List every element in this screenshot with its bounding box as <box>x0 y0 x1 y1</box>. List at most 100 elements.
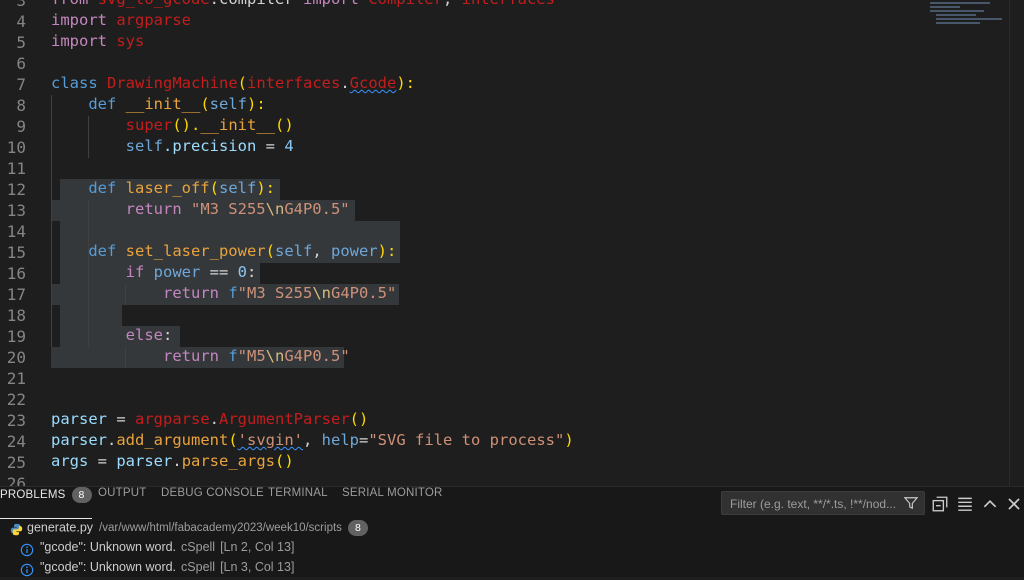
line-number-gutter: 3 4 5 6 7 8 9 10 11 12 13 14 15 16 17 18 19 20 21 22 23 24 25 2… <box>0 0 40 486</box>
code-token: . <box>340 74 350 92</box>
code-line[interactable]: return f"M3 S255\nG4P0.5" <box>51 284 396 305</box>
code-token: ) <box>564 431 574 449</box>
code-line[interactable]: parser = argparse.ArgumentParser() <box>51 410 368 431</box>
code-line[interactable]: def __init__(self): <box>51 95 265 116</box>
code-editor[interactable]: 3 4 5 6 7 8 9 10 11 12 13 14 15 16 17 18 19 20 21 22 23 24 25 2… <box>0 0 1024 486</box>
code-token: ArgumentParser <box>219 410 350 428</box>
problem-file-row[interactable]: generate.py/var/www/html/fabacademy2023/… <box>0 520 1024 540</box>
code-token: "M5 <box>237 347 266 365</box>
problem-message: "gcode": Unknown word. <box>40 560 177 574</box>
code-token: import <box>303 0 368 8</box>
vertical-scrollbar[interactable] <box>1009 0 1024 486</box>
code-line[interactable]: args = parser.parse_args() <box>51 452 294 473</box>
filter-input[interactable] <box>728 495 904 513</box>
code-token: \n <box>312 284 331 302</box>
selection-range <box>60 305 122 326</box>
code-token: else <box>125 326 163 344</box>
code-token: () <box>274 116 294 134</box>
collapse-all-icon[interactable] <box>931 495 949 513</box>
line-number: 16 <box>6 264 26 283</box>
code-token: , <box>312 242 331 260</box>
tab-terminal[interactable]: TERMINAL <box>268 487 328 519</box>
code-token: 'svgin' <box>237 431 303 449</box>
tab-output[interactable]: OUTPUT <box>98 487 146 519</box>
code-token: (). <box>172 116 201 134</box>
file-path: /var/www/html/fabacademy2023/week10/scri… <box>99 522 342 535</box>
file-problem-count-badge: 8 <box>347 520 368 536</box>
code-token: argparse <box>135 410 210 428</box>
line-number: 12 <box>6 180 26 199</box>
problem-item[interactable]: "gcode": Unknown word. cSpell [Ln 2, Col 1… <box>0 540 1024 560</box>
line-number: 22 <box>6 390 26 409</box>
line-number: 7 <box>16 75 26 94</box>
code-token: G4P0.5" <box>330 284 397 302</box>
code-token: ): <box>396 74 416 92</box>
problem-message: "gcode": Unknown word. <box>40 540 177 554</box>
problems-count-badge: 8 <box>71 487 92 503</box>
code-line[interactable]: def laser_off(self): <box>51 179 275 200</box>
code-token: set_laser_power <box>125 242 266 260</box>
tab-label: OUTPUT <box>98 487 147 499</box>
code-line[interactable]: self.precision = 4 <box>51 137 294 158</box>
code-line[interactable]: def set_laser_power(self, power): <box>51 242 396 263</box>
problem-item[interactable]: "gcode": Unknown word. cSpell [Ln 3, Col 1… <box>0 560 1024 580</box>
problems-filter[interactable] <box>721 491 925 515</box>
code-line[interactable]: import sys <box>51 32 144 53</box>
code-token: ( <box>228 431 238 449</box>
code-token: () <box>349 410 369 428</box>
maximize-panel-icon[interactable] <box>981 495 999 513</box>
code-token: self <box>274 242 313 260</box>
line-number: 26 <box>6 474 26 486</box>
code-token: : <box>162 326 173 344</box>
code-token: laser_off <box>125 179 210 197</box>
code-token: return <box>125 200 191 218</box>
code-line[interactable]: if power == 0: <box>51 263 257 284</box>
tab-label: SERIAL MONITOR <box>342 487 443 499</box>
filter-icon[interactable] <box>904 496 918 510</box>
code-line[interactable]: super().__init__() <box>51 116 294 137</box>
tab-label: PROBLEMS <box>0 489 66 502</box>
code-token: G4P0.5" <box>284 200 350 218</box>
code-token: def <box>88 242 126 260</box>
code-token: help <box>321 431 359 449</box>
problem-location: [Ln 2, Col 13] <box>220 540 295 554</box>
tab-serial-monitor[interactable]: SERIAL MONITOR <box>342 487 443 519</box>
code-line[interactable]: class DrawingMachine(interfaces.Gcode): <box>51 74 415 95</box>
code-line[interactable]: return "M3 S255\nG4P0.5" <box>51 200 350 221</box>
line-number: 5 <box>16 33 26 52</box>
code-token: . <box>172 452 182 470</box>
code-token: args <box>51 452 98 470</box>
code-token: return <box>162 347 229 365</box>
tab-problems[interactable]: PROBLEMS 8 <box>0 487 92 519</box>
code-token: \n <box>265 347 285 365</box>
code-token: if <box>125 263 154 281</box>
minimap[interactable] <box>930 0 1010 30</box>
code-token: = <box>359 431 369 449</box>
view-as-list-icon[interactable] <box>956 495 974 513</box>
code-line[interactable]: import argparse <box>51 11 191 32</box>
code-token: , <box>303 431 322 449</box>
file-name: generate.py <box>27 520 94 535</box>
line-number: 17 <box>6 285 26 304</box>
code-line[interactable]: parser.add_argument('svgin', help="SVG f… <box>51 431 574 452</box>
code-token: def <box>88 95 126 113</box>
bottom-panel: PROBLEMS 8 OUTPUT DEBUG CONSOLE TERMINAL … <box>0 486 1024 577</box>
close-panel-icon[interactable] <box>1005 495 1023 513</box>
code-line[interactable]: from svg_to_gcode.compiler import Compil… <box>51 0 555 11</box>
tab-debug-console[interactable]: DEBUG CONSOLE <box>161 487 264 519</box>
line-number: 9 <box>16 117 26 136</box>
tab-label: TERMINAL <box>268 487 328 499</box>
code-token: ( <box>209 179 219 197</box>
code-line[interactable]: else: <box>51 326 173 347</box>
code-line[interactable]: return f"M5\nG4P0.5" <box>51 347 350 368</box>
line-number: 23 <box>6 411 26 430</box>
code-token: ( <box>237 74 247 92</box>
